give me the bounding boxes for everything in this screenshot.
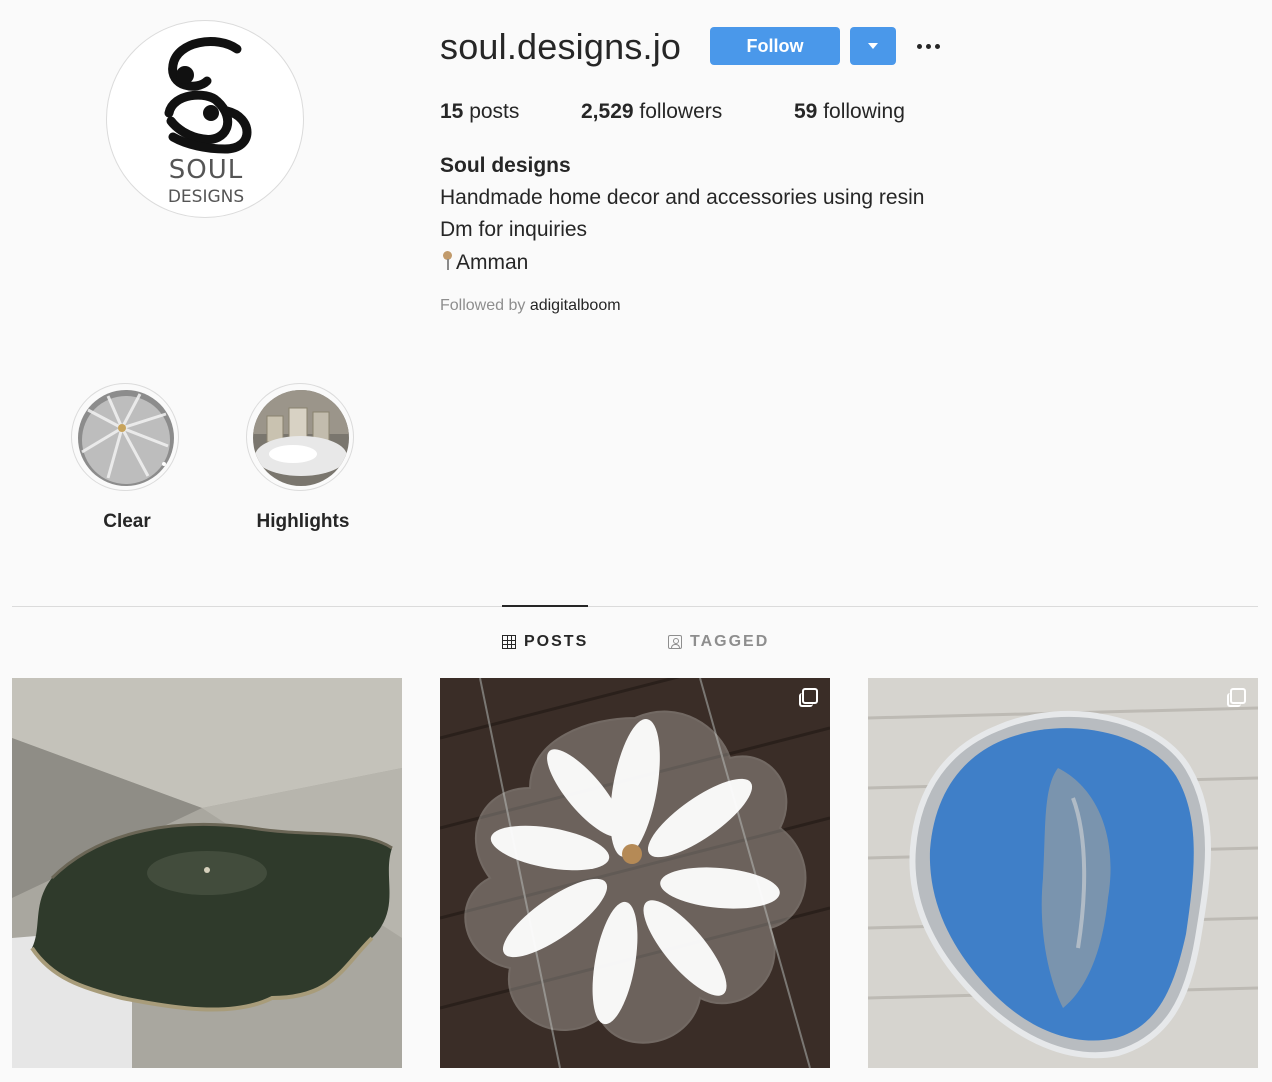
post-image [440,678,830,1068]
bio-line: Dm for inquiries [440,218,588,241]
round-pushpin-icon [440,250,454,272]
tab-posts-label: POSTS [524,633,589,650]
tabs-divider [12,606,1258,607]
followers-link[interactable]: 2,529 followers [581,100,722,124]
following-count-label: following [823,100,905,123]
followers-count-label: followers [639,100,723,123]
highlight-clear[interactable] [71,383,179,491]
highlight-ring [71,383,179,491]
follow-button[interactable]: Follow [710,27,840,65]
highlight-label[interactable]: Highlights [223,511,383,533]
following-count-value: 59 [794,100,818,123]
post-thumbnail[interactable] [12,678,402,1068]
more-options-button[interactable] [912,36,944,56]
posts-count: 15 posts [440,100,519,124]
post-thumbnail[interactable] [440,678,830,1068]
active-tab-indicator [502,605,588,607]
profile-username: soul.designs.jo [440,26,682,67]
highlight-cover-image [253,390,349,486]
post-thumbnail[interactable] [868,678,1258,1068]
highlight-highlights[interactable] [246,383,354,491]
more-dot-icon [934,43,940,49]
tab-posts[interactable]: POSTS [502,633,588,651]
tag-icon [668,635,682,649]
suggested-dropdown-button[interactable] [850,27,896,65]
more-dot-icon [916,43,922,49]
followed-by-user-link[interactable]: adigitalboom [530,297,621,314]
tab-tagged-label: TAGGED [690,633,770,650]
profile-full-name: Soul designs [440,154,571,177]
followers-count-value: 2,529 [581,100,634,123]
bio-location-text: Amman [456,251,529,274]
highlight-cover-image [78,390,174,486]
chevron-down-icon [868,43,878,49]
bio-line: Handmade home decor and accessories usin… [440,186,925,209]
bio-location: Amman [440,250,528,275]
avatar-logo-text-bottom: DESIGNS [167,187,245,207]
multiple-posts-icon [799,688,818,707]
multiple-posts-icon [1227,688,1246,707]
followed-by-prefix: Followed by [440,297,526,314]
avatar-logo-text-top: SOUL [168,155,244,185]
post-image [12,678,402,1068]
following-link[interactable]: 59 following [794,100,905,124]
highlight-label[interactable]: Clear [47,511,207,533]
posts-count-label: posts [469,100,520,123]
posts-count-value: 15 [440,100,464,123]
highlight-ring [246,383,354,491]
followed-by: Followed by adigitalboom [440,297,621,315]
post-image [868,678,1258,1068]
tab-tagged[interactable]: TAGGED [668,633,769,651]
profile-avatar[interactable]: SOUL DESIGNS [106,20,304,218]
grid-icon [502,635,516,649]
more-dot-icon [925,43,931,49]
